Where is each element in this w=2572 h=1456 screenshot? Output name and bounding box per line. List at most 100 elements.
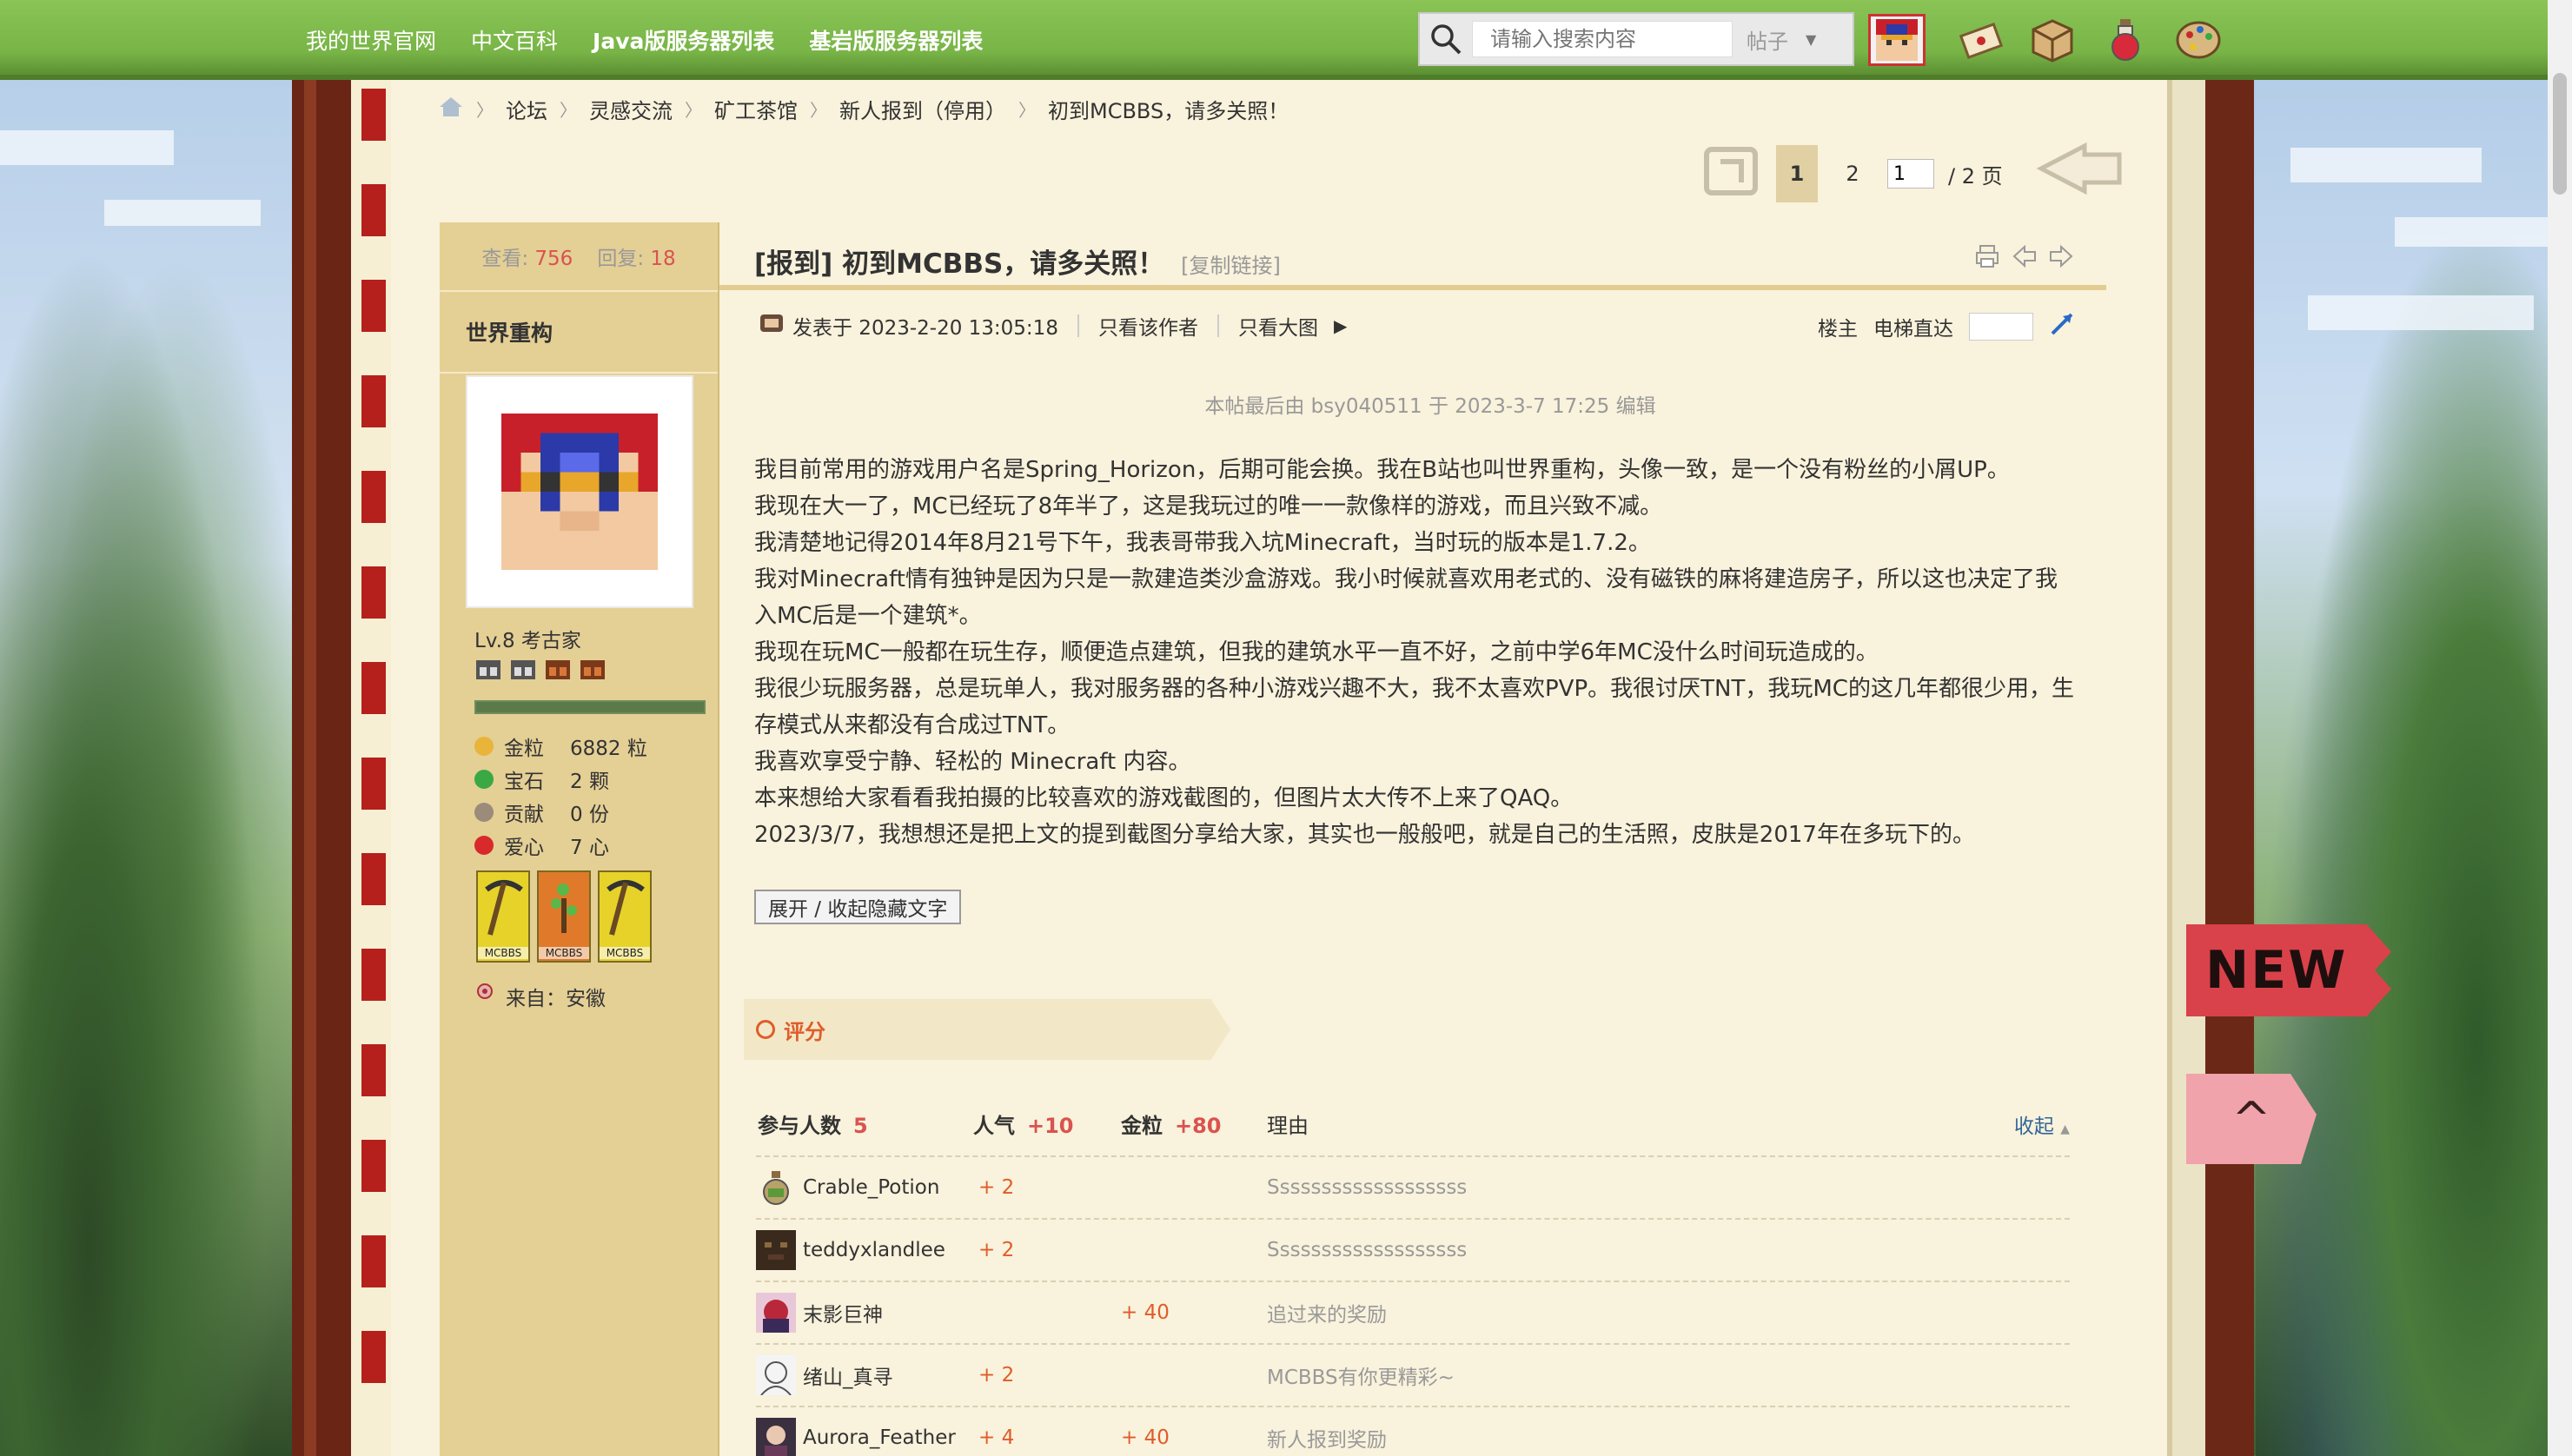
page-jump-input[interactable] — [1887, 159, 1934, 189]
page-current[interactable]: 1 — [1776, 145, 1818, 202]
breadcrumb-newcomer[interactable]: 新人报到（停用） — [839, 94, 1006, 124]
only-author-link[interactable]: 只看该作者 — [1098, 311, 1198, 341]
nav-link-bedrock-servers[interactable]: 基岩版服务器列表 — [809, 24, 983, 56]
copy-link-button[interactable]: [复制链接] — [1181, 254, 1281, 278]
user-avatar[interactable] — [756, 1418, 796, 1456]
online-status-icon — [759, 312, 784, 340]
back-to-top-flag[interactable]: ^ — [2186, 1074, 2317, 1164]
credit-value: 0 份 — [570, 804, 609, 826]
rater-name[interactable]: 末影巨神 — [803, 1298, 883, 1327]
rating-list: Crable_Potion + 2 Sssssssssssssssssss te… — [756, 1155, 2070, 1456]
user-avatar[interactable] — [756, 1230, 796, 1270]
popularity-total: +10 — [1027, 1114, 1074, 1138]
table-row: Aurora_Feather + 4 + 40 新人报到奖励 — [756, 1406, 2070, 1456]
rater-name[interactable]: Aurora_Feather — [803, 1426, 956, 1449]
goto-floor-button-icon[interactable] — [2049, 311, 2075, 342]
user-avatar[interactable] — [756, 1355, 796, 1396]
goto-floor-label: 电梯直达 — [1873, 318, 1953, 341]
potion-icon[interactable] — [2098, 12, 2153, 68]
user-avatar[interactable] — [756, 1293, 796, 1333]
apple-icon — [474, 836, 494, 855]
helmet-icon — [544, 657, 572, 688]
search-icon[interactable] — [1420, 14, 1472, 64]
helmet-icon — [579, 657, 607, 688]
gold-total: +80 — [1175, 1114, 1222, 1138]
rating-header: 参与人数 5 人气 +10 金粒 +80 理由 收起 ▲ — [758, 1109, 2070, 1139]
breadcrumb-separator: 〉 — [560, 100, 577, 121]
author-name[interactable]: 世界重构 — [440, 292, 718, 374]
user-avatar-button[interactable] — [1868, 14, 1926, 66]
rater-name[interactable]: Crable_Potion — [803, 1176, 939, 1199]
user-avatar[interactable] — [756, 1168, 796, 1208]
post-paragraph: 我很少玩服务器，总是玩单人，我对服务器的各种小游戏兴趣不大，我不太喜欢PVP。我… — [754, 676, 2074, 738]
nav-link-java-servers[interactable]: Java版服务器列表 — [593, 24, 774, 56]
rater-reason: Sssssssssssssssssss — [1267, 1176, 1468, 1199]
post-paragraph: 我清楚地记得2014年8月21号下午，我表哥带我入坑Minecraft，当时玩的… — [754, 530, 1651, 556]
pagination: 1 2 / 2 页 — [1700, 142, 2128, 205]
palette-icon[interactable] — [2171, 12, 2226, 68]
credit-value: 6882 粒 — [570, 738, 647, 760]
toggle-hidden-text-button[interactable]: 展开 / 收起隐藏文字 — [754, 890, 962, 924]
rater-name[interactable]: teddyxlandlee — [803, 1239, 945, 1261]
author-avatar[interactable] — [466, 375, 693, 608]
gem-icon — [474, 770, 494, 789]
author-location: 来自：安徽 — [474, 982, 606, 1011]
goto-floor-input[interactable] — [1969, 313, 2033, 341]
rater-popularity: + 2 — [978, 1364, 1015, 1387]
crafting-table-icon[interactable] — [2025, 12, 2080, 68]
home-icon[interactable] — [438, 96, 464, 123]
previous-thread-icon[interactable] — [2012, 243, 2037, 275]
gold-label: 金粒 — [1121, 1114, 1163, 1138]
nav-link-wiki[interactable]: 中文百科 — [471, 24, 558, 56]
pickaxe-badge-icon[interactable]: MCBBS — [476, 870, 530, 963]
sapling-badge-icon[interactable]: MCBBS — [537, 870, 591, 963]
scrollbar-thumb[interactable] — [2553, 73, 2567, 195]
author-badges: MCBBS MCBBS MCBBS — [476, 870, 652, 963]
author-level: Lv.8 考古家 — [474, 630, 581, 652]
print-icon[interactable] — [1974, 243, 2000, 275]
reply-arrow-icon[interactable] — [2032, 142, 2128, 205]
pickaxe-badge-icon[interactable]: MCBBS — [598, 870, 652, 963]
thread-title: [报到] 初到MCBBS，请多关照！ — [754, 248, 1165, 280]
search-input[interactable] — [1472, 21, 1733, 57]
search-type-select[interactable]: 帖子 ▼ — [1733, 21, 1837, 57]
breadcrumb-inspiration[interactable]: 灵感交流 — [589, 94, 673, 124]
rater-gold: + 40 — [1121, 1426, 1170, 1449]
author-credits: 金粒 6882 粒 宝石 2 颗 贡献 0 份 爱心 7 心 — [474, 730, 647, 862]
participants-count: 5 — [853, 1114, 868, 1138]
post-paragraph: 本来想给大家看看我拍摄的比较喜欢的游戏截图的，但图片太大传不上来了QAQ。 — [754, 785, 1574, 811]
collapse-rating-button[interactable]: 收起 ▲ — [2014, 1109, 2070, 1139]
page-2-link[interactable]: 2 — [1832, 145, 1873, 202]
breadcrumb-separator: 〉 — [685, 100, 702, 121]
post-paragraph: 我目前常用的游戏用户名是Spring_Horizon，后期可能会换。我在B站也叫… — [754, 457, 2010, 483]
table-row: teddyxlandlee + 2 Sssssssssssssssssss — [756, 1218, 2070, 1281]
rater-name[interactable]: 绪山_真寻 — [803, 1360, 893, 1390]
breadcrumb-forum[interactable]: 论坛 — [506, 94, 547, 124]
only-big-images-link[interactable]: 只看大图 — [1238, 311, 1318, 341]
rating-tab[interactable]: 评分 — [744, 999, 1230, 1060]
breadcrumb-separator: 〉 — [810, 100, 827, 121]
level-progress-bar — [474, 700, 706, 714]
breadcrumb-teahouse[interactable]: 矿工茶馆 — [714, 94, 798, 124]
replies-label: 回复: — [597, 248, 645, 270]
background-scenery-right — [2256, 78, 2572, 1456]
scrollbar-track[interactable] — [2548, 0, 2572, 1456]
back-to-list-icon[interactable] — [1700, 142, 1762, 205]
nav-link-official[interactable]: 我的世界官网 — [306, 24, 436, 56]
messages-icon[interactable] — [1953, 12, 2009, 68]
rater-gold: + 40 — [1121, 1301, 1170, 1324]
new-thread-flag[interactable]: NEW — [2186, 924, 2391, 1016]
caret-right-icon[interactable]: ▶ — [1334, 315, 1347, 336]
top-navigation-bar: 我的世界官网 中文百科 Java版服务器列表 基岩版服务器列表 帖子 ▼ — [0, 0, 2548, 80]
breadcrumb-current: 初到MCBBS，请多关照！ — [1048, 99, 1289, 123]
views-count: 756 — [534, 248, 573, 270]
popularity-label: 人气 — [973, 1114, 1015, 1138]
gold-nugget-icon — [474, 737, 494, 756]
credit-row-contribution: 贡献 0 份 — [474, 796, 647, 829]
replies-count: 18 — [650, 248, 676, 270]
post-paragraph: 我对Minecraft情有独钟是因为只是一款建造类沙盒游戏。我小时候就喜欢用老式… — [754, 566, 2058, 629]
nav-links: 我的世界官网 中文百科 Java版服务器列表 基岩版服务器列表 — [306, 0, 983, 80]
floor-label: 楼主 — [1818, 318, 1858, 341]
next-thread-icon[interactable] — [2049, 243, 2073, 275]
rater-reason: Sssssssssssssssssss — [1267, 1239, 1468, 1261]
